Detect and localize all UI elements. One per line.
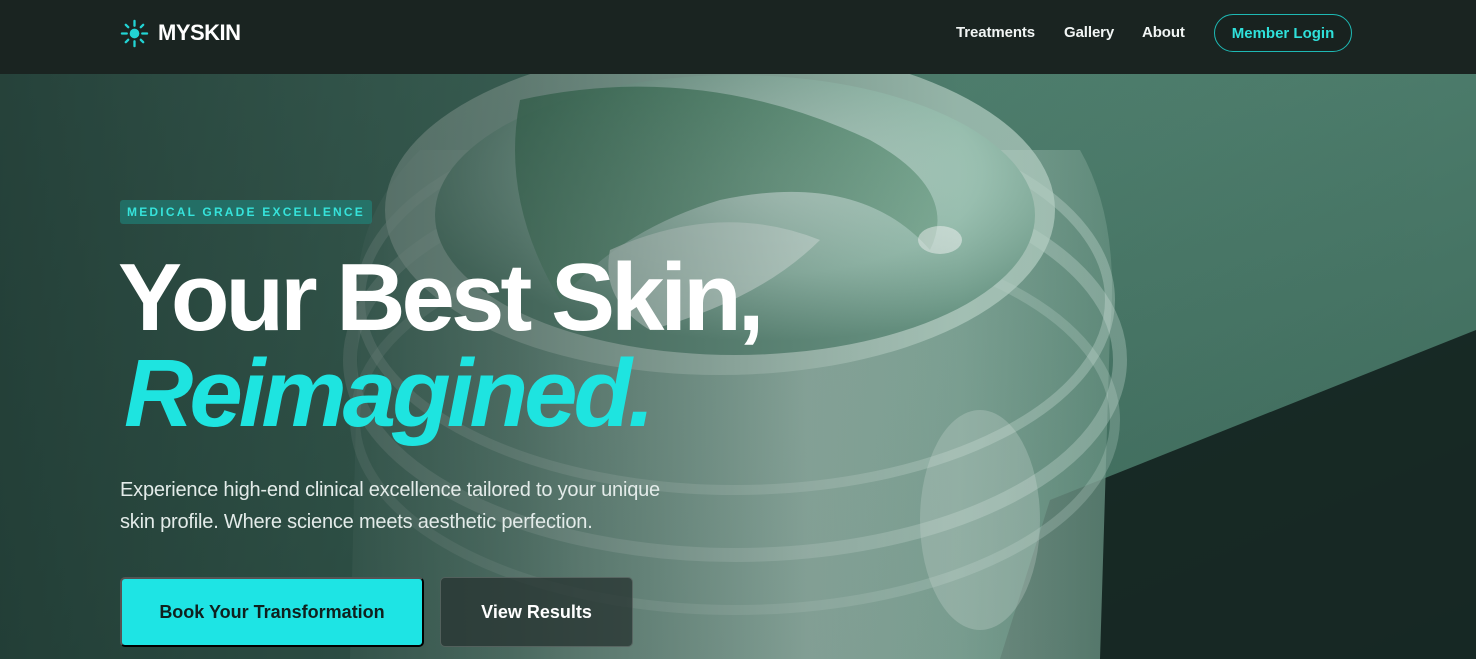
view-results-button[interactable]: View Results xyxy=(440,577,633,647)
hero-subtitle: Experience high-end clinical excellence … xyxy=(120,474,720,538)
hero-subtitle-line1: Experience high-end clinical excellence … xyxy=(120,479,660,501)
hero-badge: MEDICAL GRADE EXCELLENCE xyxy=(120,200,372,224)
landing-page: MYSKIN Treatments Gallery About Member L… xyxy=(0,0,1476,659)
logo-text: MYSKIN xyxy=(158,20,241,45)
logo[interactable]: MYSKIN xyxy=(120,18,241,48)
hero-title-line1: Your Best Skin, xyxy=(118,244,764,351)
nav-link-about[interactable]: About xyxy=(1142,24,1185,41)
hero-title-line2: Reimagined. xyxy=(124,340,655,447)
nav-link-gallery[interactable]: Gallery xyxy=(1064,24,1114,41)
site-header: MYSKIN Treatments Gallery About Member L… xyxy=(0,0,1476,74)
sparkle-sun-icon xyxy=(120,19,149,47)
nav-link-treatments[interactable]: Treatments xyxy=(956,24,1035,41)
book-transformation-button[interactable]: Book Your Transformation xyxy=(120,577,424,647)
member-login-button[interactable]: Member Login xyxy=(1214,14,1352,52)
hero-subtitle-line2: skin profile. Where science meets aesthe… xyxy=(120,511,593,533)
